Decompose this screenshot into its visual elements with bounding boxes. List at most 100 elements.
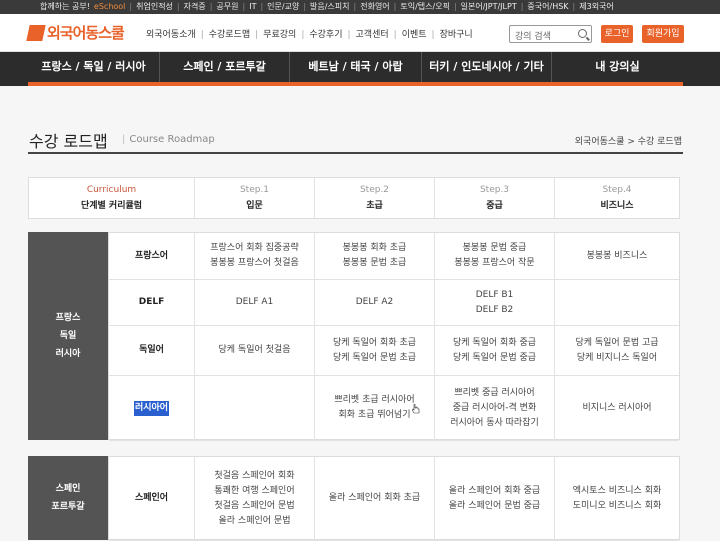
course-cell: 비지니스 러시아어 (555, 376, 679, 441)
course-link[interactable]: 봉봉봉 문법 초급 (343, 256, 407, 271)
topbar-item[interactable]: IT (249, 2, 256, 11)
course-cell: 당케 독일어 회화 초급 당케 독일어 문법 초급 (315, 326, 435, 376)
nav-item-vietnam-thai-arab[interactable]: 베트남 / 태국 / 아랍 (290, 52, 422, 82)
nav-item-turkey-indonesia[interactable]: 터키 / 인도네시아 / 기타 (422, 52, 552, 82)
language-cell[interactable]: 프랑스어 (109, 233, 195, 280)
course-link[interactable]: 회화 초급 뛰어넘기 (334, 408, 414, 423)
course-link[interactable]: 당케 독일어 회화 초급 (333, 336, 416, 351)
header-step3: Step.3 중급 (435, 178, 555, 218)
search-input[interactable]: 강의 검색 (509, 25, 592, 43)
course-cell: 봉봉봉 비즈니스 (555, 233, 679, 280)
course-cell: 봉봉봉 회화 초급 봉봉봉 문법 초급 (315, 233, 435, 280)
topbar-item[interactable]: 일본어/JPT/JLPT (461, 2, 517, 11)
gnb-item[interactable]: 이벤트 (402, 30, 427, 40)
course-link[interactable]: 봉봉봉 프랑스어 첫걸음 (210, 256, 299, 271)
course-link[interactable]: 당케 독일어 회화 중급 (453, 336, 536, 351)
course-link[interactable]: 쁘리벳 중급 러시아어 (450, 386, 539, 401)
topbar-item[interactable]: 중국어/HSK (527, 2, 568, 11)
main-nav: 프랑스 / 독일 / 러시아 스페인 / 포르투갈 베트남 / 태국 / 아랍 … (0, 52, 720, 86)
course-link[interactable]: 당케 독일어 문법 고급 (575, 336, 658, 351)
header-ko: 단계별 커리큘럼 (80, 201, 143, 211)
course-link[interactable]: 도미니오 비즈니스 회화 (573, 499, 662, 514)
course-link[interactable]: 봉봉봉 비즈니스 (587, 249, 648, 264)
course-link[interactable]: 당케 비지니스 독일어 (575, 351, 658, 366)
course-link[interactable]: 올라 스페인어 회화 중급 (449, 484, 540, 499)
course-link[interactable]: 프랑스어 회화 집중공략 (210, 241, 299, 256)
course-link[interactable]: 당케 독일어 문법 초급 (333, 351, 416, 366)
course-link[interactable]: DELF B1 (476, 288, 514, 303)
topbar-item[interactable]: 토익/텝스/오픽 (400, 2, 450, 11)
course-link[interactable]: 첫걸음 스페인어 문법 (214, 499, 294, 514)
course-cell: 당케 독일어 첫걸음 (195, 326, 315, 376)
site-logo[interactable]: 외국어동스쿨 (26, 22, 125, 43)
header-curriculum: Curriculum 단계별 커리큘럼 (29, 178, 195, 218)
course-link[interactable]: 쁘리벳 초급 러시아어 (334, 393, 414, 408)
topbar-separator: | (393, 2, 397, 11)
gnb-item[interactable]: 수강로드맵 (209, 30, 250, 40)
language-label: 러시아어 (133, 400, 170, 416)
course-cell: 당케 독일어 회화 중급 당케 독일어 문법 중급 (435, 326, 555, 376)
nav-item-my-classroom[interactable]: 내 강의실 (552, 52, 683, 82)
language-cell[interactable]: DELF (109, 280, 195, 326)
header-en: Step.3 (479, 185, 510, 195)
language-cell[interactable]: 스페인어 (109, 457, 195, 541)
page-subtitle: | Course Roadmap (122, 134, 215, 145)
topbar-item[interactable]: 합께하는 공부! (40, 2, 90, 11)
course-link[interactable]: 봉봉봉 프랑스어 작문 (454, 256, 534, 271)
nav-item-spain-portugal[interactable]: 스페인 / 포르투갈 (160, 52, 290, 82)
course-link[interactable]: 중급 러시아어-격 변화 (450, 401, 539, 416)
group-label-1: 스페인 포르투갈 (28, 456, 108, 540)
topbar-item[interactable]: 발음/스피치 (310, 2, 350, 11)
course-link[interactable]: 올라 스페인어 회화 초급 (329, 491, 420, 506)
gnb-item[interactable]: 외국어동소개 (146, 30, 196, 40)
topbar-separator: | (129, 2, 133, 11)
topbar-item[interactable]: 취업인적성 (136, 2, 173, 11)
nav-item-france-germany-russia[interactable]: 프랑스 / 독일 / 러시아 (28, 52, 160, 82)
search-icon[interactable] (578, 29, 587, 38)
topbar-separator: | (303, 2, 307, 11)
course-link[interactable]: 통쾌한 여행 스페인어 (214, 484, 294, 499)
course-link[interactable]: 비지니스 러시아어 (582, 401, 651, 416)
topbar-item[interactable]: 자격증 (184, 2, 206, 11)
course-link[interactable]: 봉봉봉 문법 중급 (454, 241, 534, 256)
gnb-item[interactable]: 장바구니 (440, 30, 473, 40)
breadcrumb[interactable]: 외국어동스쿨 > 수강 로드맵 (575, 134, 682, 147)
header-en: Step.4 (602, 185, 632, 195)
topbar-separator: | (176, 2, 180, 11)
course-cell (195, 376, 315, 441)
course-link[interactable]: DELF B2 (476, 303, 514, 318)
course-link[interactable]: 첫걸음 스페인어 회화 (214, 469, 294, 484)
course-link[interactable]: 엑시토스 비즈니스 회화 (573, 484, 662, 499)
language-cell[interactable]: 독일어 (109, 326, 195, 376)
course-cell: 올라 스페인어 회화 초급 (315, 457, 435, 541)
course-link[interactable]: 올라 스페인어 문법 중급 (449, 499, 540, 514)
group-label-0: 프랑스 독일 러시아 (28, 232, 108, 440)
gnb-item[interactable]: 수강후기 (309, 30, 342, 40)
topbar-item[interactable]: 전화영어 (360, 2, 389, 11)
header-en: Step.1 (239, 185, 270, 195)
course-cell: DELF A1 (195, 280, 315, 326)
course-link[interactable]: 당케 독일어 첫걸음 (219, 343, 291, 358)
gnb-separator: | (255, 30, 259, 40)
roadmap-grid-0: 프랑스어 프랑스어 회화 집중공략 봉봉봉 프랑스어 첫걸음 봉봉봉 회화 초급 봉봉봉… (108, 232, 680, 441)
join-button[interactable]: 회원가입 (642, 25, 684, 43)
gnb-item[interactable]: 고객센터 (356, 30, 389, 40)
topbar-item[interactable]: 제3외국어 (579, 2, 614, 11)
course-link[interactable]: 당케 독일어 문법 중급 (453, 351, 536, 366)
course-cell: 봉봉봉 문법 중급 봉봉봉 프랑스어 작문 (435, 233, 555, 280)
topbar-item[interactable]: 인문/교양 (267, 2, 299, 11)
header-en: Curriculum (86, 185, 137, 195)
topbar-item[interactable]: eSchool (94, 2, 125, 11)
course-link[interactable]: DELF A1 (236, 295, 274, 310)
course-cell: 엑시토스 비즈니스 회화 도미니오 비즈니스 회화 (555, 457, 679, 541)
topbar-item[interactable]: 공무원 (216, 2, 238, 11)
course-link[interactable]: 봉봉봉 회화 초급 (343, 241, 407, 256)
course-link[interactable]: 올라 스페인어 문법 (214, 514, 294, 529)
language-cell[interactable]: 러시아어 (109, 376, 195, 441)
gnb-item[interactable]: 무료강의 (263, 30, 296, 40)
login-button[interactable]: 로그인 (601, 25, 633, 43)
header-ko: 입문 (246, 201, 263, 211)
course-link[interactable]: DELF A2 (356, 295, 394, 310)
course-link[interactable]: 러시아어 동사 따라잡기 (450, 416, 539, 431)
group-label-line: 프랑스 (55, 313, 81, 323)
